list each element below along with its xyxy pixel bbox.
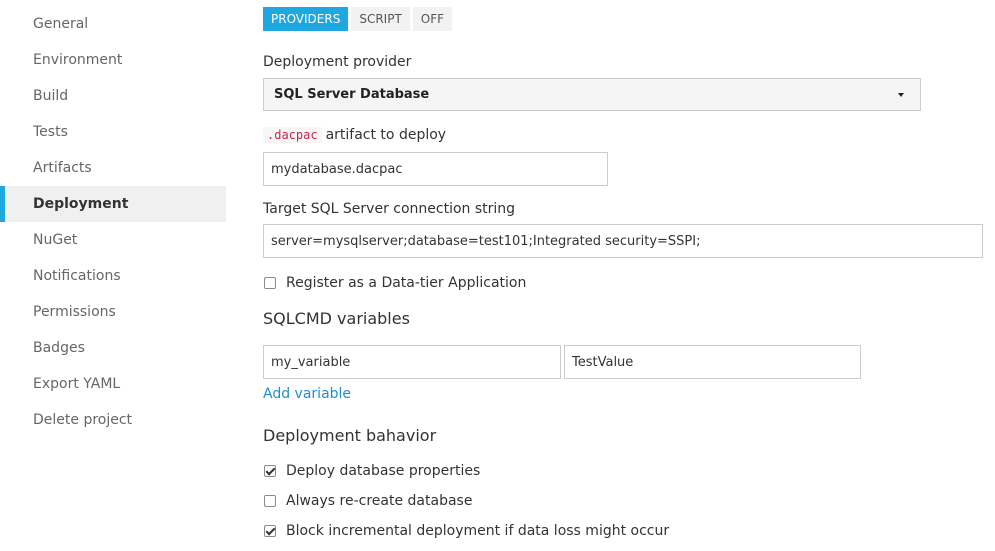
deployment-provider-selected: SQL Server Database — [274, 87, 430, 102]
block-data-loss-label: Block incremental deployment if data los… — [286, 523, 670, 539]
chevron-down-icon — [898, 92, 904, 97]
deployment-provider-select[interactable]: SQL Server Database — [263, 78, 921, 111]
artifact-label: .dacpac artifact to deploy — [263, 127, 446, 143]
sidebar-item-permissions[interactable]: Permissions — [0, 294, 226, 330]
settings-sidebar: General Environment Build Tests Artifact… — [0, 0, 226, 551]
tab-off[interactable]: OFF — [412, 7, 453, 31]
artifact-label-text: artifact to deploy — [325, 127, 447, 143]
deploy-db-properties-option[interactable]: Deploy database properties — [263, 461, 480, 481]
sidebar-item-export-yaml[interactable]: Export YAML — [0, 366, 226, 402]
always-recreate-db-checkbox[interactable] — [264, 495, 276, 507]
block-data-loss-option[interactable]: Block incremental deployment if data los… — [263, 521, 669, 541]
sidebar-item-environment[interactable]: Environment — [0, 42, 226, 78]
artifact-input[interactable] — [263, 152, 608, 186]
add-variable-link[interactable]: Add variable — [263, 386, 351, 402]
register-dac-checkbox[interactable] — [264, 277, 276, 289]
deployment-behavior-title: Deployment bahavior — [263, 426, 437, 445]
connection-string-input[interactable] — [263, 224, 983, 258]
sidebar-item-badges[interactable]: Badges — [0, 330, 226, 366]
sidebar-item-nuget[interactable]: NuGet — [0, 222, 226, 258]
connection-string-label: Target SQL Server connection string — [263, 201, 516, 217]
sqlcmd-variable-value-input[interactable] — [564, 345, 861, 379]
sidebar-item-general[interactable]: General — [0, 6, 226, 42]
deployment-mode-tabs: PROVIDERS SCRIPT OFF — [263, 7, 453, 31]
sidebar-item-tests[interactable]: Tests — [0, 114, 226, 150]
block-data-loss-checkbox[interactable] — [264, 525, 276, 537]
register-dac-option[interactable]: Register as a Data-tier Application — [263, 273, 526, 293]
always-recreate-db-label: Always re-create database — [286, 493, 473, 509]
dacpac-code: .dacpac — [263, 127, 322, 143]
deploy-db-properties-checkbox[interactable] — [264, 465, 276, 477]
sidebar-item-artifacts[interactable]: Artifacts — [0, 150, 226, 186]
sqlcmd-variable-name-input[interactable] — [263, 345, 561, 379]
sidebar-item-build[interactable]: Build — [0, 78, 226, 114]
register-dac-label: Register as a Data-tier Application — [286, 275, 527, 291]
tab-script[interactable]: SCRIPT — [351, 7, 410, 31]
deploy-db-properties-label: Deploy database properties — [286, 463, 481, 479]
always-recreate-db-option[interactable]: Always re-create database — [263, 491, 472, 511]
tab-providers[interactable]: PROVIDERS — [263, 7, 349, 31]
sidebar-item-notifications[interactable]: Notifications — [0, 258, 226, 294]
deployment-provider-label: Deployment provider — [263, 54, 412, 70]
sidebar-item-delete-project[interactable]: Delete project — [0, 402, 226, 438]
sidebar-item-deployment[interactable]: Deployment — [0, 186, 226, 222]
sqlcmd-variables-title: SQLCMD variables — [263, 309, 410, 328]
deployment-settings-panel: PROVIDERS SCRIPT OFF Deployment provider… — [263, 0, 993, 551]
